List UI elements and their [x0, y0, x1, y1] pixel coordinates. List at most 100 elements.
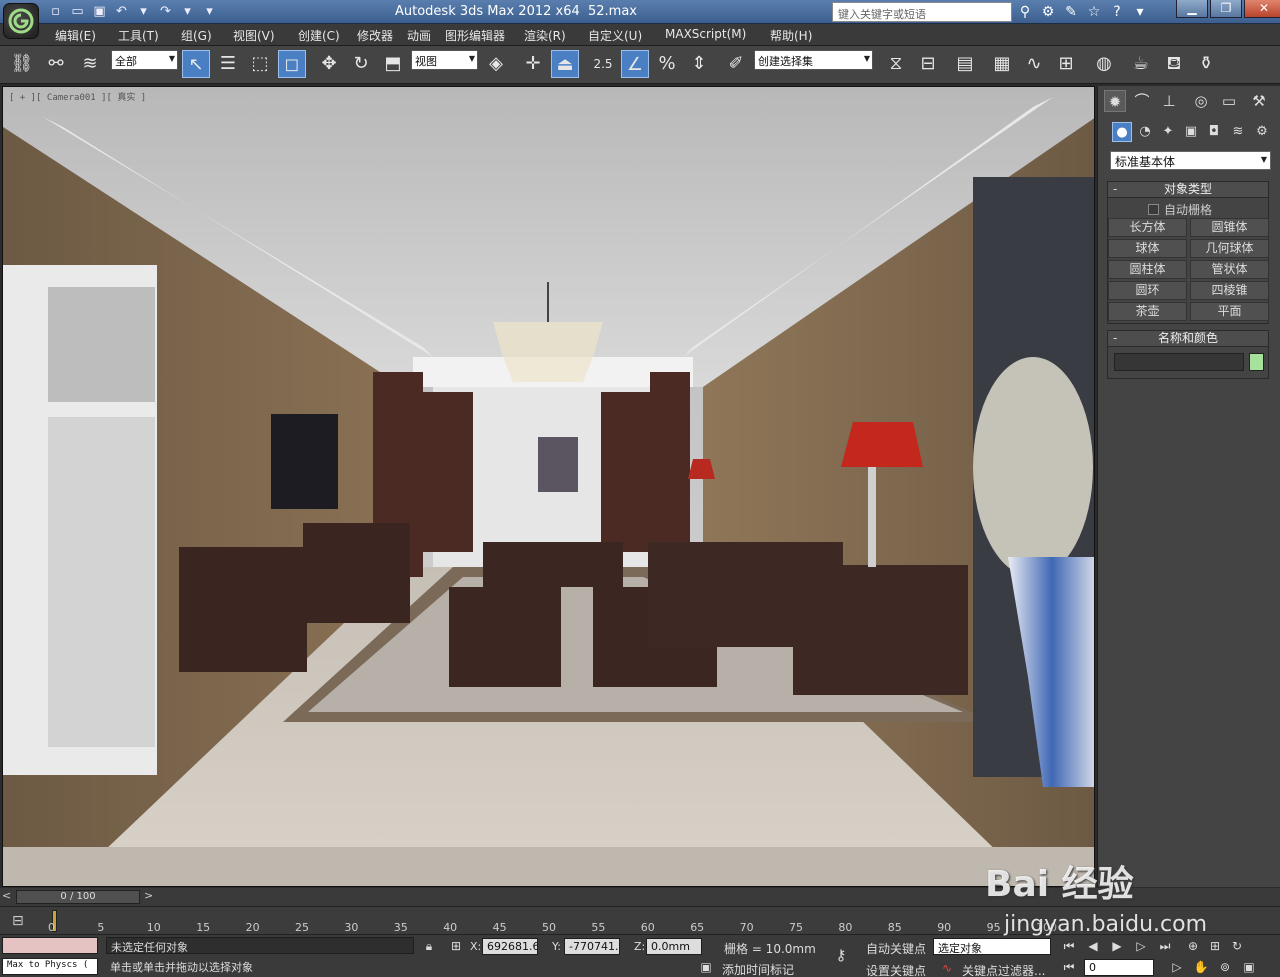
curve-editor-icon[interactable]: ∿ — [1020, 50, 1048, 78]
create-tab-icon[interactable]: ✹ — [1104, 90, 1126, 112]
field-of-view-icon[interactable]: ▷ — [1168, 959, 1186, 976]
shapes-category-icon[interactable]: ◔ — [1135, 122, 1155, 142]
select-by-name-icon[interactable]: ☰ — [214, 50, 242, 78]
mini-curve-editor-icon[interactable]: ⊟ — [12, 913, 24, 929]
schematic-view-icon[interactable]: ⊞ — [1052, 50, 1080, 78]
previous-frame-icon[interactable]: ◀ — [1084, 938, 1102, 955]
utilities-tab-icon[interactable]: ⚒ — [1248, 90, 1270, 112]
y-coordinate-field[interactable]: -770741.79 — [564, 938, 620, 955]
key-filters-button[interactable]: 关键点过滤器... — [962, 962, 1045, 977]
zoom-icon[interactable]: ⊕ — [1184, 938, 1202, 955]
current-frame-field[interactable]: 0 — [1084, 959, 1154, 976]
mirror-icon[interactable]: ⧖ — [882, 50, 910, 78]
search-input[interactable]: 键入关键字或短语 — [832, 2, 1012, 22]
object-type-rollout-header[interactable]: - 对象类型 — [1107, 181, 1269, 198]
torus-button[interactable]: 圆环 — [1108, 281, 1187, 300]
selection-filter-dropdown[interactable]: 全部 — [111, 50, 178, 70]
add-time-tag-button[interactable]: 添加时间标记 — [722, 961, 794, 977]
spinner-snap-icon[interactable]: ⇕ — [685, 50, 713, 78]
auto-key-button[interactable]: 自动关键点 — [866, 940, 926, 957]
align-icon[interactable]: ⊟ — [914, 50, 942, 78]
time-tag-icon[interactable]: ▣ — [697, 959, 715, 976]
motion-tab-icon[interactable]: ◎ — [1190, 90, 1212, 112]
help-icon[interactable]: ? — [1107, 2, 1127, 22]
rendered-frame-window-icon[interactable]: ⛾ — [1160, 50, 1188, 78]
angle-snap-icon[interactable]: ∠ — [621, 50, 649, 78]
systems-category-icon[interactable]: ⚙ — [1252, 122, 1272, 142]
undo-icon[interactable]: ↶ — [112, 3, 131, 21]
menu-modifiers[interactable]: 修改器 — [357, 27, 393, 44]
maximize-viewport-icon[interactable]: ▣ — [1240, 959, 1258, 976]
hierarchy-tab-icon[interactable]: ⊥ — [1158, 90, 1180, 112]
teapot-button[interactable]: 茶壶 — [1108, 302, 1187, 321]
selection-lock-icon[interactable]: 🔒︎ — [420, 938, 438, 955]
box-button[interactable]: 长方体 — [1108, 218, 1187, 237]
qat-customize-icon[interactable]: ▾ — [200, 3, 219, 21]
cylinder-button[interactable]: 圆柱体 — [1108, 260, 1187, 279]
open-file-icon[interactable]: ▭ — [68, 3, 87, 21]
plane-button[interactable]: 平面 — [1190, 302, 1269, 321]
go-to-start-icon[interactable]: ⏮ — [1060, 938, 1078, 955]
object-name-input[interactable] — [1114, 353, 1244, 371]
orbit-camera-icon[interactable]: ⊚ — [1216, 959, 1234, 976]
orbit-icon[interactable]: ↻ — [1228, 938, 1246, 955]
rectangular-selection-icon[interactable]: ⬚ — [246, 50, 274, 78]
new-file-icon[interactable]: ▫ — [46, 3, 65, 21]
keyboard-shortcut-override-icon[interactable]: ⏏ — [551, 50, 579, 78]
communication-icon[interactable]: ✎ — [1061, 2, 1081, 22]
cameras-category-icon[interactable]: ▣ — [1181, 122, 1201, 142]
set-key-button[interactable]: 设置关键点 — [866, 962, 926, 977]
select-and-scale-icon[interactable]: ⬒ — [379, 50, 407, 78]
edit-named-selection-icon[interactable]: ✐ — [722, 50, 750, 78]
help-dropdown-icon[interactable]: ▾ — [1130, 2, 1150, 22]
menu-customize[interactable]: 自定义(U) — [588, 27, 642, 44]
geometry-subcategory-dropdown[interactable]: 标准基本体 — [1110, 151, 1271, 170]
key-mode-toggle-icon[interactable]: ⏮ — [1060, 959, 1078, 976]
key-tangent-icon[interactable]: ∿ — [938, 960, 956, 977]
menu-tools[interactable]: 工具(T) — [118, 27, 159, 44]
redo-icon[interactable]: ↷ — [156, 3, 175, 21]
pyramid-button[interactable]: 四棱锥 — [1190, 281, 1269, 300]
binoculars-icon[interactable]: ⚲ — [1015, 2, 1035, 22]
play-icon[interactable]: ▶ — [1108, 938, 1126, 955]
object-color-swatch[interactable] — [1249, 353, 1264, 371]
space-warps-category-icon[interactable]: ≋ — [1228, 122, 1248, 142]
time-slider[interactable]: 0 / 100 — [16, 890, 140, 904]
menu-edit[interactable]: 编辑(E) — [55, 27, 96, 44]
next-frame-icon[interactable]: ▷ — [1132, 938, 1150, 955]
geosphere-button[interactable]: 几何球体 — [1190, 239, 1269, 258]
absolute-mode-icon[interactable]: ⊞ — [447, 938, 465, 955]
helpers-category-icon[interactable]: ◘ — [1204, 122, 1224, 142]
render-production-icon[interactable]: ⚱ — [1192, 50, 1220, 78]
pan-view-icon[interactable]: ✋ — [1192, 959, 1210, 976]
viewport-label[interactable]: [ + ][ Camera001 ][ 真实 ] — [9, 90, 146, 103]
graphite-modeling-icon[interactable]: ▦ — [988, 50, 1016, 78]
close-button[interactable]: ✕ — [1244, 0, 1280, 18]
render-setup-icon[interactable]: ☕ — [1127, 50, 1155, 78]
menu-animation[interactable]: 动画 — [407, 27, 431, 44]
sphere-button[interactable]: 球体 — [1108, 239, 1187, 258]
percent-snap-icon[interactable]: % — [653, 50, 681, 78]
camera-viewport[interactable]: [ + ][ Camera001 ][ 真实 ] — [2, 86, 1095, 887]
menu-graph-editors[interactable]: 图形编辑器 — [445, 27, 505, 44]
favorites-star-icon[interactable]: ☆ — [1084, 2, 1104, 22]
select-object-icon[interactable]: ↖ — [182, 50, 210, 78]
restore-button[interactable]: ❐ — [1210, 0, 1242, 18]
save-file-icon[interactable]: ▣ — [90, 3, 109, 21]
window-crossing-icon[interactable]: ◻ — [278, 50, 306, 78]
zoom-all-icon[interactable]: ⊞ — [1206, 938, 1224, 955]
autogrid-checkbox-box[interactable] — [1148, 204, 1159, 215]
redo-dropdown-icon[interactable]: ▾ — [178, 3, 197, 21]
menu-group[interactable]: 组(G) — [181, 27, 212, 44]
unlink-selection-icon[interactable]: ⚯ — [42, 50, 70, 78]
select-and-manipulate-icon[interactable]: ✛ — [519, 50, 547, 78]
reference-coordinate-dropdown[interactable]: 视图 — [411, 50, 478, 70]
modify-tab-icon[interactable]: ⌒ — [1131, 90, 1153, 112]
autogrid-checkbox[interactable]: 自动栅格 — [1148, 201, 1212, 218]
maxscript-listener-input[interactable]: Max to Physcs ( — [2, 958, 98, 975]
use-pivot-center-icon[interactable]: ◈ — [482, 50, 510, 78]
menu-help[interactable]: 帮助(H) — [770, 27, 812, 44]
key-mode-dropdown[interactable]: 选定对象 — [933, 938, 1051, 955]
lights-category-icon[interactable]: ✦ — [1158, 122, 1178, 142]
application-menu-button[interactable] — [3, 3, 39, 39]
